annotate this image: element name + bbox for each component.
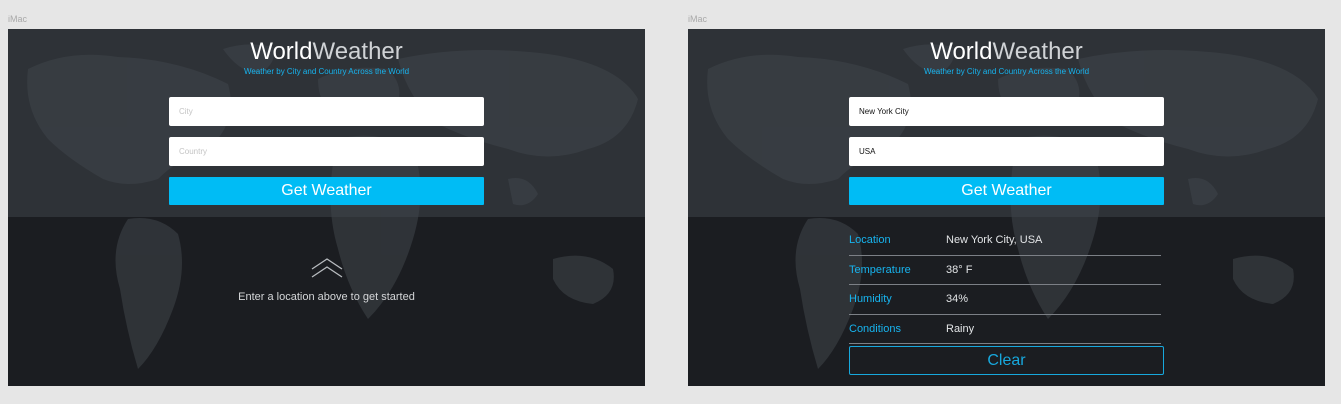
logo-world: World xyxy=(250,38,313,65)
result-row-humidity: Humidity 34% xyxy=(849,285,1161,315)
get-weather-button[interactable]: Get Weather xyxy=(169,177,484,205)
logo-weather: Weather xyxy=(312,38,403,65)
artboard-label: iMac xyxy=(688,14,708,24)
result-row-conditions: Conditions Rainy xyxy=(849,315,1161,344)
app-logo: WorldWeather xyxy=(8,38,645,66)
country-input[interactable] xyxy=(169,137,484,166)
get-weather-button[interactable]: Get Weather xyxy=(849,177,1164,205)
country-input[interactable] xyxy=(849,137,1164,166)
logo-weather: Weather xyxy=(992,38,1083,65)
double-chevron-up-icon xyxy=(311,258,342,278)
result-label: Location xyxy=(849,234,891,247)
result-value: New York City, USA xyxy=(946,234,1043,247)
app-logo: WorldWeather xyxy=(688,38,1325,66)
prompt-text: Enter a location above to get started xyxy=(238,291,415,303)
result-value: Rainy xyxy=(946,322,975,335)
app-frame-results-state: WorldWeather Weather by City and Country… xyxy=(688,29,1325,386)
result-value: 34% xyxy=(946,293,969,306)
weather-results: Location New York City, USA Temperature … xyxy=(849,226,1164,344)
empty-state-prompt: Enter a location above to get started xyxy=(8,257,645,303)
result-value: 38° F xyxy=(946,263,973,276)
result-row-location: Location New York City, USA xyxy=(849,226,1161,256)
city-input[interactable] xyxy=(849,97,1164,126)
tagline: Weather by City and Country Across the W… xyxy=(243,67,410,76)
artboard-label: iMac xyxy=(8,14,28,24)
result-label: Temperature xyxy=(849,263,911,276)
result-label: Conditions xyxy=(849,322,901,335)
app-frame-empty-state: WorldWeather Weather by City and Country… xyxy=(8,29,645,386)
logo-world: World xyxy=(930,38,993,65)
tagline: Weather by City and Country Across the W… xyxy=(923,67,1090,76)
result-label: Humidity xyxy=(849,293,892,306)
clear-button[interactable]: Clear xyxy=(849,346,1164,375)
city-input[interactable] xyxy=(169,97,484,126)
result-row-temperature: Temperature 38° F xyxy=(849,256,1161,285)
